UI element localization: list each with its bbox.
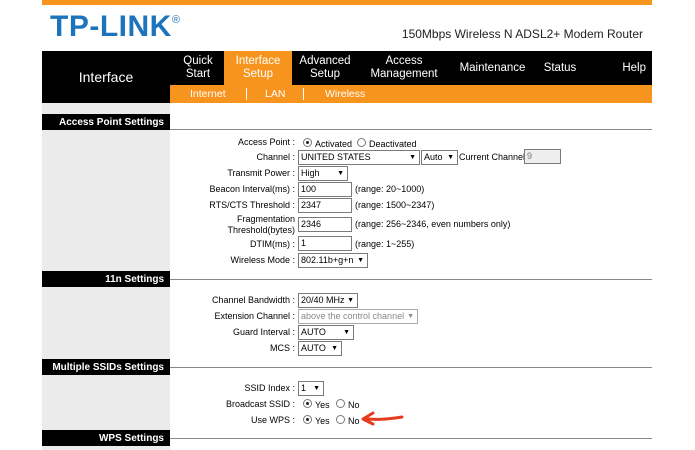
- tp-link-logo: TP-LINK®: [50, 10, 181, 43]
- top-accent-stripe: [42, 0, 652, 5]
- broadcast-ssid-yes-radio[interactable]: [303, 399, 312, 408]
- section-divider: [170, 129, 652, 130]
- wps-yes-label: Yes: [315, 416, 330, 426]
- access-point-activated-radio[interactable]: [303, 138, 312, 147]
- rts-threshold-range: (range: 1500~2347): [355, 200, 435, 210]
- current-section-title: Interface: [42, 51, 170, 103]
- use-wps-label: Use WPS :: [250, 415, 295, 425]
- dtim-range: (range: 1~255): [355, 239, 415, 249]
- beacon-interval-input[interactable]: 100: [298, 182, 352, 197]
- subnav-wireless[interactable]: Wireless: [325, 85, 365, 103]
- current-channel-label: Current Channel:: [459, 152, 528, 162]
- subnav-divider: [303, 88, 304, 100]
- subnav-divider: [246, 88, 247, 100]
- broadcast-yes-label: Yes: [315, 400, 330, 410]
- mcs-label: MCS :: [269, 343, 295, 353]
- section-header-wps: WPS Settings: [42, 430, 170, 446]
- transmit-power-label: Transmit Power :: [227, 168, 295, 178]
- channel-region-select[interactable]: UNITED STATES ▼: [298, 150, 420, 165]
- extension-channel-label: Extension Channel :: [214, 311, 295, 321]
- extension-channel-select: above the control channel ▼: [298, 309, 418, 324]
- broadcast-ssid-label: Broadcast SSID :: [225, 399, 295, 409]
- rts-threshold-input[interactable]: 2347: [298, 198, 352, 213]
- subnav-internet[interactable]: Internet: [190, 85, 226, 103]
- ssid-index-select[interactable]: 1 ▼: [298, 381, 324, 396]
- annotation-arrow-icon: [361, 411, 404, 426]
- current-channel-field: 9: [524, 149, 561, 164]
- section-header-11n: 11n Settings: [42, 271, 170, 287]
- chevron-down-icon: ▼: [407, 313, 414, 320]
- ssid-index-label: SSID Index :: [244, 383, 295, 393]
- dtim-label: DTIM(ms) :: [250, 239, 295, 249]
- use-wps-no-radio[interactable]: [336, 415, 345, 424]
- mcs-select[interactable]: AUTO ▼: [298, 341, 342, 356]
- beacon-interval-range: (range: 20~1000): [355, 184, 425, 194]
- nav-advanced-setup[interactable]: Advanced Setup: [296, 51, 354, 85]
- section-divider: [170, 279, 652, 280]
- sub-nav: [170, 85, 652, 103]
- section-header-access-point: Access Point Settings: [42, 114, 170, 130]
- nav-help[interactable]: Help: [600, 51, 652, 85]
- chevron-down-icon: ▼: [337, 170, 344, 177]
- channel-bandwidth-label: Channel Bandwidth :: [211, 295, 295, 305]
- channel-bandwidth-select[interactable]: 20/40 MHz ▼: [298, 293, 358, 308]
- access-point-label: Access Point :: [237, 137, 295, 147]
- section-divider: [170, 438, 652, 439]
- nav-maintenance[interactable]: Maintenance: [455, 51, 530, 85]
- nav-quick-start[interactable]: Quick Start: [174, 51, 222, 85]
- chevron-down-icon: ▼: [409, 154, 416, 161]
- broadcast-no-label: No: [348, 400, 360, 410]
- chevron-down-icon: ▼: [313, 385, 320, 392]
- rts-threshold-label: RTS/CTS Threshold :: [209, 200, 295, 210]
- section-header-multiple-ssids: Multiple SSIDs Settings: [42, 359, 170, 375]
- fragmentation-range: (range: 256~2346, even numbers only): [355, 219, 511, 229]
- fragmentation-label: Fragmentation Threshold(bytes): [227, 214, 295, 235]
- nav-status[interactable]: Status: [537, 51, 583, 85]
- access-point-deactivated-radio[interactable]: [357, 138, 366, 147]
- activated-label: Activated: [315, 139, 353, 149]
- subnav-lan[interactable]: LAN: [265, 85, 285, 103]
- section-divider: [170, 367, 652, 368]
- guard-interval-select[interactable]: AUTO ▼: [298, 325, 354, 340]
- chevron-down-icon: ▼: [357, 257, 364, 264]
- nav-access-management[interactable]: Access Management: [364, 51, 444, 85]
- use-wps-yes-radio[interactable]: [303, 415, 312, 424]
- guard-interval-label: Guard Interval :: [232, 327, 295, 337]
- chevron-down-icon: ▼: [447, 154, 454, 161]
- channel-label: Channel :: [256, 152, 295, 162]
- chevron-down-icon: ▼: [343, 329, 350, 336]
- wps-no-label: No: [348, 416, 360, 426]
- broadcast-ssid-no-radio[interactable]: [336, 399, 345, 408]
- model-title: 150Mbps Wireless N ADSL2+ Modem Router: [401, 27, 643, 41]
- channel-auto-select[interactable]: Auto ▼: [421, 150, 458, 165]
- transmit-power-select[interactable]: High ▼: [298, 166, 348, 181]
- wireless-mode-label: Wireless Mode :: [230, 255, 295, 265]
- wireless-mode-select[interactable]: 802.11b+g+n ▼: [298, 253, 368, 268]
- chevron-down-icon: ▼: [347, 297, 354, 304]
- deactivated-label: Deactivated: [369, 139, 417, 149]
- fragmentation-input[interactable]: 2346: [298, 217, 352, 232]
- dtim-input[interactable]: 1: [298, 236, 352, 251]
- chevron-down-icon: ▼: [331, 345, 338, 352]
- beacon-interval-label: Beacon Interval(ms) :: [209, 184, 295, 194]
- nav-interface-setup[interactable]: Interface Setup: [224, 51, 292, 85]
